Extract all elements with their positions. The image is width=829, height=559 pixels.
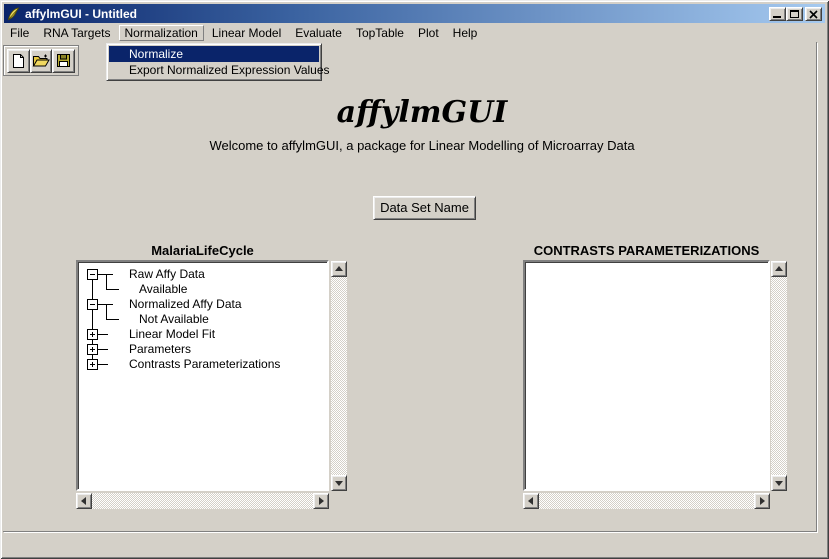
tree-item-label[interactable]: Parameters xyxy=(129,342,191,357)
normalization-dropdown-menu: Normalize Export Normalized Expression V… xyxy=(106,43,322,81)
maximize-button[interactable] xyxy=(786,7,803,21)
scroll-left-button[interactable] xyxy=(76,493,92,509)
minimize-icon xyxy=(773,16,781,18)
close-icon xyxy=(809,10,818,19)
left-vertical-scrollbar[interactable] xyxy=(331,261,347,491)
app-subtitle: Welcome to affylmGUI, a package for Line… xyxy=(15,138,829,153)
scroll-down-button[interactable] xyxy=(331,475,347,491)
tree-branch-line xyxy=(98,334,108,335)
expand-plus-icon[interactable] xyxy=(87,329,98,340)
tree-item-not-available[interactable]: Not Available xyxy=(80,312,325,327)
collapse-minus-icon[interactable] xyxy=(87,299,98,310)
open-file-button[interactable] xyxy=(30,49,53,73)
arrow-right-icon xyxy=(760,497,765,505)
tree-item-label[interactable]: Raw Affy Data xyxy=(129,267,205,282)
right-vertical-scrollbar[interactable] xyxy=(771,261,787,491)
menu-rna-targets[interactable]: RNA Targets xyxy=(37,25,116,41)
scroll-down-button[interactable] xyxy=(771,475,787,491)
tree-branch-line xyxy=(106,289,119,290)
menu-item-normalize[interactable]: Normalize xyxy=(109,46,319,62)
left-panel-heading: MalariaLifeCycle xyxy=(76,243,329,258)
expand-plus-icon[interactable] xyxy=(87,344,98,355)
collapse-minus-icon[interactable] xyxy=(87,269,98,280)
menu-plot[interactable]: Plot xyxy=(412,25,445,41)
titlebar[interactable]: affylmGUI - Untitled xyxy=(4,4,825,23)
arrow-up-icon xyxy=(335,266,343,271)
right-panel-heading: CONTRASTS PARAMETERIZATIONS xyxy=(523,243,770,258)
new-file-button[interactable] xyxy=(7,49,30,73)
menu-linear-model[interactable]: Linear Model xyxy=(206,25,287,41)
menubar: File RNA Targets Normalization Linear Mo… xyxy=(4,23,825,42)
open-folder-icon xyxy=(32,53,50,68)
tree-branch-line xyxy=(98,349,108,350)
arrow-up-icon xyxy=(775,266,783,271)
close-button[interactable] xyxy=(805,7,822,21)
arrow-right-icon xyxy=(319,497,324,505)
menu-evaluate[interactable]: Evaluate xyxy=(289,25,348,41)
tree-branch-line xyxy=(98,274,113,275)
tree-item-label[interactable]: Available xyxy=(139,282,187,297)
tree-branch-line xyxy=(106,319,119,320)
maximize-icon xyxy=(790,10,799,18)
scroll-right-button[interactable] xyxy=(313,493,329,509)
scrollbar-track[interactable] xyxy=(771,277,787,475)
tree-item-contrasts-parameterizations[interactable]: Contrasts Parameterizations xyxy=(80,357,325,372)
save-icon xyxy=(56,53,71,68)
status-tree: Raw Affy Data Available Normalized Affy … xyxy=(80,264,325,487)
arrow-left-icon xyxy=(81,497,86,505)
new-file-icon xyxy=(11,53,26,69)
scrollbar-track[interactable] xyxy=(539,493,754,509)
tree-item-available[interactable]: Available xyxy=(80,282,325,297)
tree-item-label[interactable]: Linear Model Fit xyxy=(129,327,215,342)
contrasts-parameterizations-listbox[interactable] xyxy=(523,260,770,491)
menu-normalization[interactable]: Normalization xyxy=(119,25,204,41)
arrow-left-icon xyxy=(528,497,533,505)
scroll-up-button[interactable] xyxy=(331,261,347,277)
menu-toptable[interactable]: TopTable xyxy=(350,25,410,41)
tree-branch-line xyxy=(98,364,108,365)
tree-item-normalized-affy-data[interactable]: Normalized Affy Data xyxy=(80,297,325,312)
tree-item-parameters[interactable]: Parameters xyxy=(80,342,325,357)
window-title: affylmGUI - Untitled xyxy=(25,7,769,21)
tree-item-linear-model-fit[interactable]: Linear Model Fit xyxy=(80,327,325,342)
menu-item-export-normalized[interactable]: Export Normalized Expression Values xyxy=(109,62,319,78)
scroll-up-button[interactable] xyxy=(771,261,787,277)
data-set-name-button[interactable]: Data Set Name xyxy=(373,196,476,220)
arrow-down-icon xyxy=(335,481,343,486)
app-title: affylmGUI xyxy=(15,95,829,130)
tree-branch-line xyxy=(98,304,113,305)
app-window: affylmGUI - Untitled File RNA Targets No… xyxy=(0,0,829,559)
save-button[interactable] xyxy=(52,49,75,73)
tree-item-label[interactable]: Not Available xyxy=(139,312,209,327)
expand-plus-icon[interactable] xyxy=(87,359,98,370)
menu-help[interactable]: Help xyxy=(447,25,484,41)
right-horizontal-scrollbar[interactable] xyxy=(523,493,770,509)
tree-item-label[interactable]: Normalized Affy Data xyxy=(129,297,242,312)
scrollbar-track[interactable] xyxy=(331,277,347,475)
menu-file[interactable]: File xyxy=(4,25,35,41)
minimize-button[interactable] xyxy=(769,7,786,21)
scroll-right-button[interactable] xyxy=(754,493,770,509)
toolbar xyxy=(3,45,79,76)
scrollbar-track[interactable] xyxy=(92,493,313,509)
tree-item-raw-affy-data[interactable]: Raw Affy Data xyxy=(80,267,325,282)
scroll-left-button[interactable] xyxy=(523,493,539,509)
tk-feather-icon xyxy=(7,7,20,21)
tree-item-label[interactable]: Contrasts Parameterizations xyxy=(129,357,280,372)
left-horizontal-scrollbar[interactable] xyxy=(76,493,329,509)
status-tree-listbox[interactable]: Raw Affy Data Available Normalized Affy … xyxy=(76,260,329,491)
arrow-down-icon xyxy=(775,481,783,486)
